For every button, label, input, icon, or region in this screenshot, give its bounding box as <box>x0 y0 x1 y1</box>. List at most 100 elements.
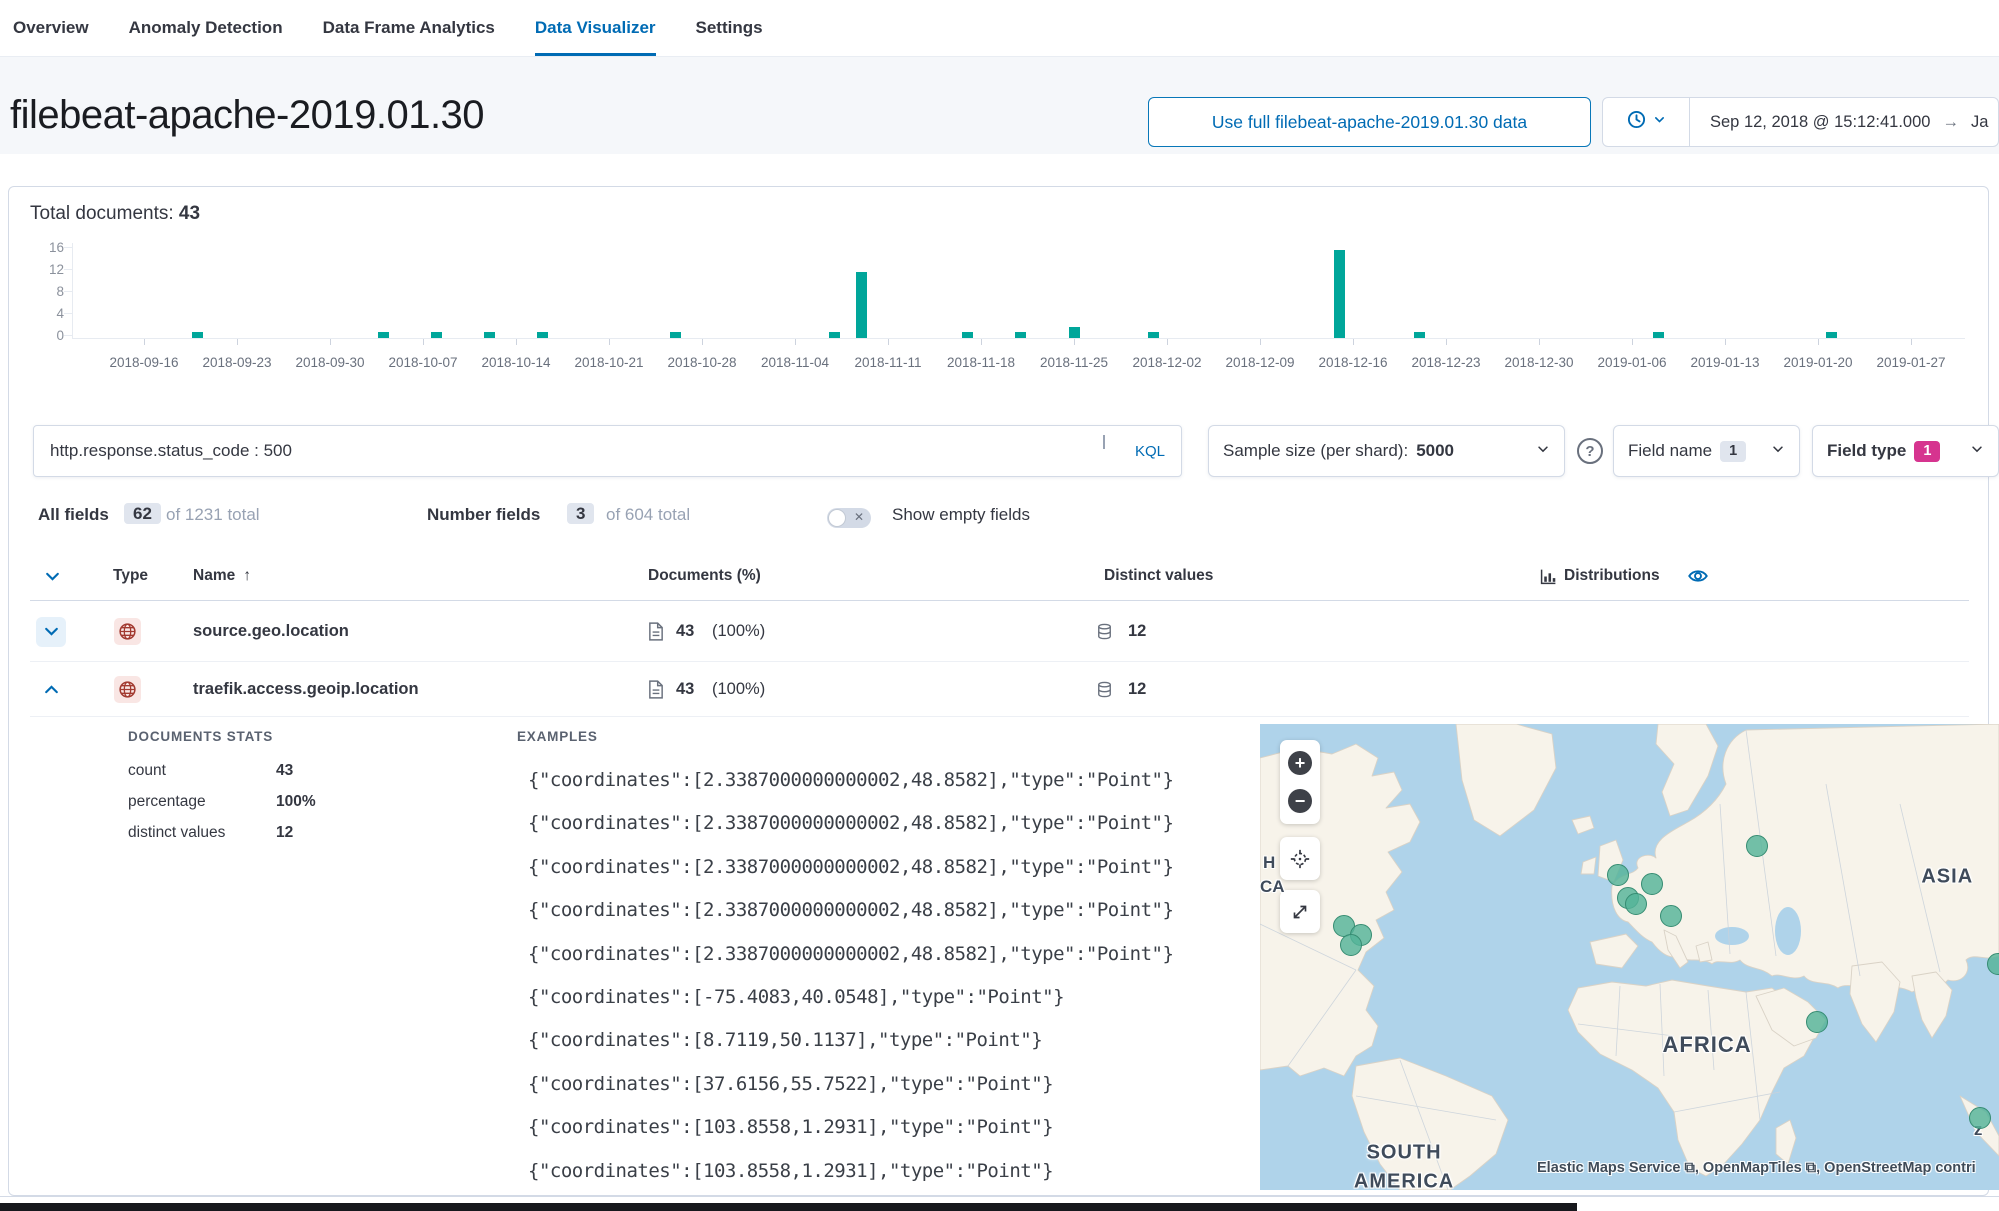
search-query-text[interactable]: http.response.status_code : 500 <box>34 441 1135 461</box>
map-attribution[interactable]: Elastic Maps Service ⧉, OpenMapTiles ⧉, … <box>1537 1160 1976 1176</box>
field-type-filter[interactable]: Field type 1 <box>1812 425 1999 477</box>
time-range-arrow-icon: → <box>1942 112 1959 131</box>
tab-data-frame-analytics[interactable]: Data Frame Analytics <box>323 0 495 56</box>
tab-data-visualizer[interactable]: Data Visualizer <box>535 0 656 56</box>
y-axis-label: 8 <box>56 284 64 299</box>
number-fields-count-badge: 3 <box>567 503 595 524</box>
text-cursor <box>1103 435 1105 449</box>
tab-overview[interactable]: Overview <box>13 0 89 56</box>
time-range-start[interactable]: Sep 12, 2018 @ 15:12:41.000 <box>1710 113 1930 132</box>
x-tick-mark <box>795 339 796 345</box>
row-expander-button[interactable] <box>36 602 66 661</box>
x-tick-mark <box>516 339 517 345</box>
stat-label: percentage <box>128 793 206 810</box>
x-tick-mark <box>1074 339 1075 345</box>
x-tick-mark <box>144 339 145 345</box>
document-count-bar <box>192 332 203 338</box>
y-axis-label: 12 <box>48 262 64 277</box>
x-tick-mark <box>1632 339 1633 345</box>
x-tick-mark <box>609 339 610 345</box>
field-type-label: Field type <box>1827 441 1907 460</box>
time-range-display[interactable]: Sep 12, 2018 @ 15:12:41.000 → Ja <box>1690 98 1988 146</box>
tab-anomaly-detection[interactable]: Anomaly Detection <box>129 0 283 56</box>
x-tick-mark <box>237 339 238 345</box>
document-count-bar <box>1826 332 1837 338</box>
documents-percent: (100%) <box>712 622 766 640</box>
column-header-distinct-values: Distinct values <box>1104 567 1214 584</box>
number-fields-total: of 604 total <box>606 505 691 524</box>
y-axis-label: 16 <box>48 240 64 255</box>
help-icon[interactable]: ? <box>1577 438 1603 464</box>
geo-point-dot <box>1968 1106 1991 1129</box>
geo-point-dot <box>1806 1011 1829 1034</box>
eye-icon[interactable] <box>1688 556 1708 596</box>
expand-row-chevron-icon[interactable] <box>36 616 66 647</box>
map-zoom-out-button[interactable]: − <box>1288 789 1312 813</box>
document-count-bar <box>431 332 442 338</box>
examples-title: EXAMPLES <box>517 729 598 744</box>
total-documents-value: 43 <box>178 203 201 224</box>
example-value: {"coordinates":[37.6156,55.7522],"type":… <box>528 1072 1054 1095</box>
expand-diagonal-icon <box>1293 905 1307 918</box>
map-region-label: AFRICA <box>1662 1031 1752 1057</box>
x-tick-mark <box>1911 339 1912 345</box>
geo-point-map[interactable]: + − ASIA AFRICA SOUTH AMERICA H CA z Elastic M… <box>1260 724 1999 1190</box>
document-count-bar <box>1334 250 1345 338</box>
sample-size-value: 5000 <box>1416 441 1455 460</box>
total-documents-label: Total documents: <box>30 203 174 224</box>
y-tick-mark <box>64 291 72 292</box>
column-header-name[interactable]: Name ↑ <box>193 556 251 596</box>
kql-search-bar[interactable]: http.response.status_code : 500 KQL <box>33 425 1182 477</box>
page-title: filebeat-apache-2019.01.30 <box>10 93 485 137</box>
x-tick-mark <box>1167 339 1168 345</box>
x-tick-mark <box>1725 339 1726 345</box>
example-value: {"coordinates":[103.8558,1.2931],"type":… <box>528 1116 1054 1139</box>
map-zoom-in-button[interactable]: + <box>1288 751 1312 775</box>
chevron-down-icon <box>1771 441 1785 461</box>
map-expand-button[interactable] <box>1280 890 1320 933</box>
quick-select-button[interactable] <box>1603 98 1690 146</box>
collapse-all-chevron-icon[interactable] <box>44 556 61 596</box>
row-expander-button[interactable] <box>36 662 66 716</box>
map-region-label: SOUTH <box>1366 1141 1442 1164</box>
sample-size-select[interactable]: Sample size (per shard): 5000 <box>1208 425 1565 477</box>
field-name-filter[interactable]: Field name 1 <box>1613 425 1800 477</box>
example-value: {"coordinates":[2.3387000000000002,48.85… <box>528 899 1174 922</box>
show-empty-fields-toggle[interactable]: ✕ <box>827 508 883 528</box>
document-count-bar <box>670 332 681 338</box>
sample-size-label: Sample size (per shard): <box>1223 441 1409 460</box>
all-fields-count-badge: 62 <box>124 503 161 524</box>
collapse-row-chevron-icon[interactable] <box>36 674 66 704</box>
x-tick-mark <box>1539 339 1540 345</box>
total-documents: Total documents: 43 <box>30 203 200 225</box>
field-type-icon <box>114 662 141 716</box>
documents-icon <box>648 662 664 716</box>
tab-settings[interactable]: Settings <box>696 0 763 56</box>
ml-data-visualizer-page: Overview Anomaly Detection Data Frame Anal… <box>0 0 1999 1211</box>
column-header-type: Type <box>113 567 149 584</box>
y-axis-label: 0 <box>56 328 64 343</box>
table-row[interactable]: source.geo.location 43 (100%) 12 <box>30 602 1969 661</box>
geo-point-dot <box>1659 904 1682 927</box>
y-axis-line <box>72 243 73 338</box>
stat-label: count <box>128 762 166 779</box>
document-count-bar <box>829 332 840 338</box>
horizontal-scrollbar[interactable] <box>0 1203 1577 1211</box>
geo-point-dot <box>1606 863 1629 886</box>
map-fit-data-button[interactable] <box>1280 837 1320 880</box>
map-zoom-controls[interactable]: + − <box>1280 740 1320 824</box>
y-tick-mark <box>64 269 72 270</box>
x-tick-mark <box>423 339 424 345</box>
example-value: {"coordinates":[2.3387000000000002,48.85… <box>528 812 1174 835</box>
table-row[interactable]: traefik.access.geoip.location 43 (100%) 12 <box>30 662 1969 716</box>
example-value: {"coordinates":[103.8558,1.2931],"type":… <box>528 1159 1054 1182</box>
use-full-data-button[interactable]: Use full filebeat-apache-2019.01.30 data <box>1148 97 1591 147</box>
example-value: {"coordinates":[2.3387000000000002,48.85… <box>528 855 1174 878</box>
kql-language-button[interactable]: KQL <box>1135 443 1181 460</box>
sort-ascending-icon: ↑ <box>243 567 251 584</box>
x-tick-mark <box>888 339 889 345</box>
time-range-end[interactable]: Ja <box>1971 113 1988 132</box>
x-tick-mark <box>1260 339 1261 345</box>
distinct-values-count: 12 <box>1128 622 1147 640</box>
crosshair-icon <box>1290 849 1310 868</box>
